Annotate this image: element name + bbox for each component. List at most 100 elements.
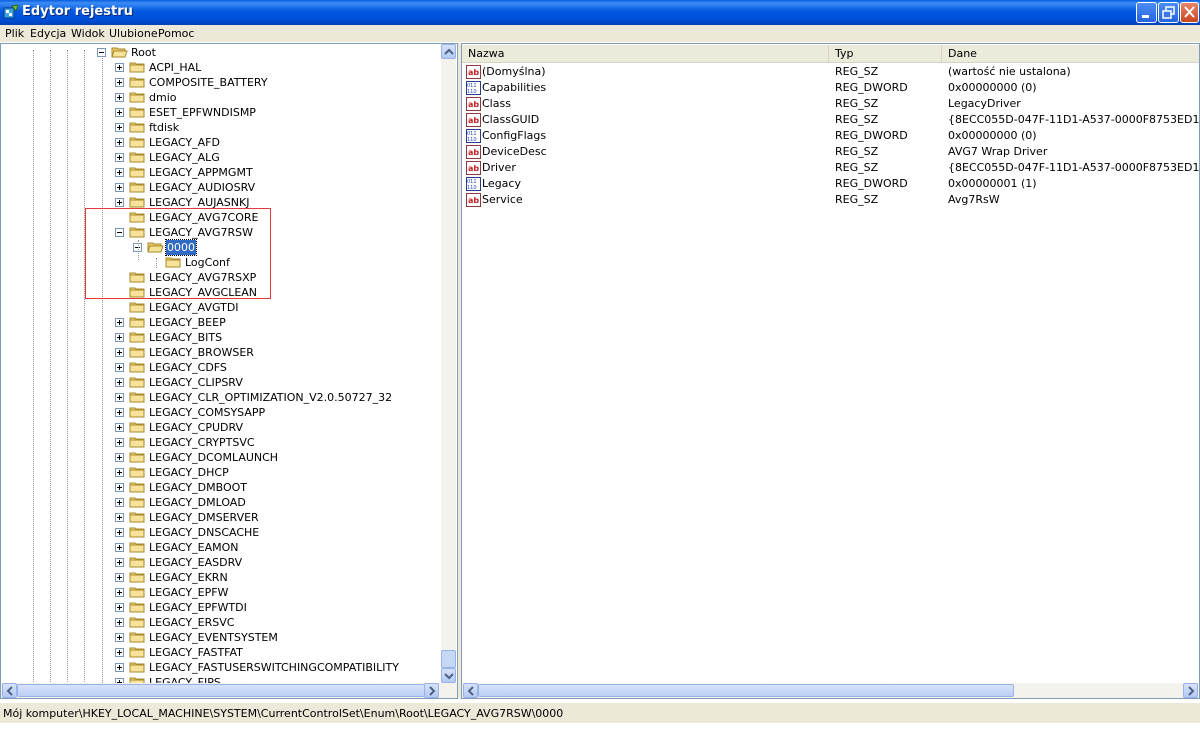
expand-icon[interactable] <box>115 333 124 342</box>
expand-icon[interactable] <box>115 498 124 507</box>
svg-text:ab: ab <box>468 164 479 173</box>
expand-icon[interactable] <box>115 363 124 372</box>
expand-icon[interactable] <box>115 468 124 477</box>
value-data: Avg7RsW <box>948 193 1000 206</box>
expand-icon[interactable] <box>115 573 124 582</box>
list-item[interactable]: ab DeviceDesc REG_SZ AVG7 Wrap Driver <box>464 144 1199 160</box>
scroll-right-button[interactable] <box>424 683 439 698</box>
expand-icon[interactable] <box>115 483 124 492</box>
folder-icon <box>129 422 145 433</box>
list-header: Nazwa Typ Dane <box>462 45 1199 63</box>
tree-vertical-scroll-thumb[interactable] <box>441 650 456 668</box>
expand-icon[interactable] <box>115 528 124 537</box>
tree-node-label: LEGACY_CDFS <box>149 361 227 374</box>
scroll-down-button[interactable] <box>441 668 456 683</box>
folder-icon <box>129 587 145 598</box>
list-scroll-right-button[interactable] <box>1183 683 1198 698</box>
expand-icon[interactable] <box>115 648 124 657</box>
close-button[interactable] <box>1180 2 1199 23</box>
expand-icon[interactable] <box>115 393 124 402</box>
tree-node-label: Root <box>131 46 156 59</box>
arrow-left-icon <box>6 686 13 696</box>
expand-icon[interactable] <box>115 408 124 417</box>
menu-help[interactable]: Pomoc <box>158 27 194 40</box>
folder-icon <box>129 497 145 508</box>
tree-vertical-scrollbar[interactable] <box>441 44 456 683</box>
tree-guide-line <box>50 50 51 690</box>
collapse-icon[interactable] <box>97 48 106 57</box>
expand-icon[interactable] <box>115 588 124 597</box>
list-horizontal-scroll-thumb[interactable] <box>478 684 1014 697</box>
expand-icon[interactable] <box>115 63 124 72</box>
tree-node-label: ESET_EPFWNDISMP <box>149 106 256 119</box>
column-header-data[interactable]: Dane <box>942 45 1199 63</box>
folder-icon <box>129 407 145 418</box>
expand-icon[interactable] <box>115 348 124 357</box>
highlight-annotation-box <box>85 208 271 299</box>
list-item[interactable]: ab Class REG_SZ LegacyDriver <box>464 96 1199 112</box>
folder-icon <box>129 347 145 358</box>
folder-icon <box>129 62 145 73</box>
menu-file[interactable]: Plik <box>5 27 24 40</box>
arrow-left-icon <box>467 686 474 696</box>
tree-horizontal-scrollbar[interactable] <box>1 683 457 698</box>
tree-node-label: LEGACY_EAMON <box>149 541 239 554</box>
expand-icon[interactable] <box>115 438 124 447</box>
tree-horizontal-scroll-thumb[interactable] <box>17 684 425 697</box>
value-name: Capabilities <box>482 81 547 94</box>
list-item[interactable]: ab Driver REG_SZ {8ECC055D-047F-11D1-A537-0… <box>464 160 1200 176</box>
list-item[interactable]: ab ClassGUID REG_SZ {8ECC055D-047F-11D1-A53… <box>464 112 1200 128</box>
value-name: Driver <box>482 161 516 174</box>
expand-icon[interactable] <box>115 378 124 387</box>
column-header-name[interactable]: Nazwa <box>462 45 829 63</box>
value-type: REG_SZ <box>835 65 879 78</box>
menu-bar: Plik Edycja Widok Ulubione Pomoc <box>0 25 1200 42</box>
expand-icon[interactable] <box>115 423 124 432</box>
expand-icon[interactable] <box>115 603 124 612</box>
list-item[interactable]: 011 110 Legacy REG_DWORD 0x00000001 (1) <box>464 176 1199 192</box>
svg-text:ab: ab <box>468 148 479 157</box>
expand-icon[interactable] <box>115 168 124 177</box>
menu-edit[interactable]: Edycja <box>30 27 66 40</box>
expand-icon[interactable] <box>115 543 124 552</box>
folder-icon <box>129 512 145 523</box>
expand-icon[interactable] <box>115 153 124 162</box>
expand-icon[interactable] <box>115 558 124 567</box>
folder-icon <box>129 392 145 403</box>
expand-icon[interactable] <box>115 618 124 627</box>
expand-icon[interactable] <box>115 198 124 207</box>
menu-view[interactable]: Widok <box>71 27 105 40</box>
svg-text:110: 110 <box>467 89 477 95</box>
expand-icon[interactable] <box>115 108 124 117</box>
tree-node-label: LEGACY_AUDIOSRV <box>149 181 256 194</box>
dword-value-icon: 011110 <box>466 81 481 95</box>
scroll-left-button[interactable] <box>2 683 17 698</box>
list-item[interactable]: 011 110 Capabilities REG_DWORD 0x00000000 (0… <box>464 80 1199 96</box>
expand-icon[interactable] <box>115 513 124 522</box>
minimize-button[interactable] <box>1136 2 1157 23</box>
scroll-up-button[interactable] <box>441 44 456 59</box>
expand-icon[interactable] <box>115 78 124 87</box>
tree-node-label: LEGACY_DMSERVER <box>149 511 259 524</box>
list-scroll-left-button[interactable] <box>463 683 478 698</box>
expand-icon[interactable] <box>115 453 124 462</box>
value-type: REG_SZ <box>835 145 879 158</box>
expand-icon[interactable] <box>115 183 124 192</box>
expand-icon[interactable] <box>115 633 124 642</box>
expand-icon[interactable] <box>115 138 124 147</box>
list-item[interactable]: ab (Domyślna) REG_SZ (wartość nie ustalona) <box>464 64 1199 80</box>
folder-icon <box>129 332 145 343</box>
menu-favorites[interactable]: Ulubione <box>109 27 158 40</box>
expand-icon[interactable] <box>115 663 124 672</box>
list-horizontal-scrollbar[interactable] <box>462 683 1199 698</box>
expand-icon[interactable] <box>115 318 124 327</box>
close-icon <box>1184 6 1195 18</box>
list-item[interactable]: 011 110 ConfigFlags REG_DWORD 0x00000000 (0) <box>464 128 1199 144</box>
expand-icon[interactable] <box>115 93 124 102</box>
column-header-type[interactable]: Typ <box>829 45 942 63</box>
value-data: 0x00000000 (0) <box>948 81 1037 94</box>
list-item[interactable]: ab Service REG_SZ Avg7RsW <box>464 192 1199 208</box>
restore-button[interactable] <box>1158 2 1179 23</box>
folder-icon <box>129 467 145 478</box>
expand-icon[interactable] <box>115 123 124 132</box>
